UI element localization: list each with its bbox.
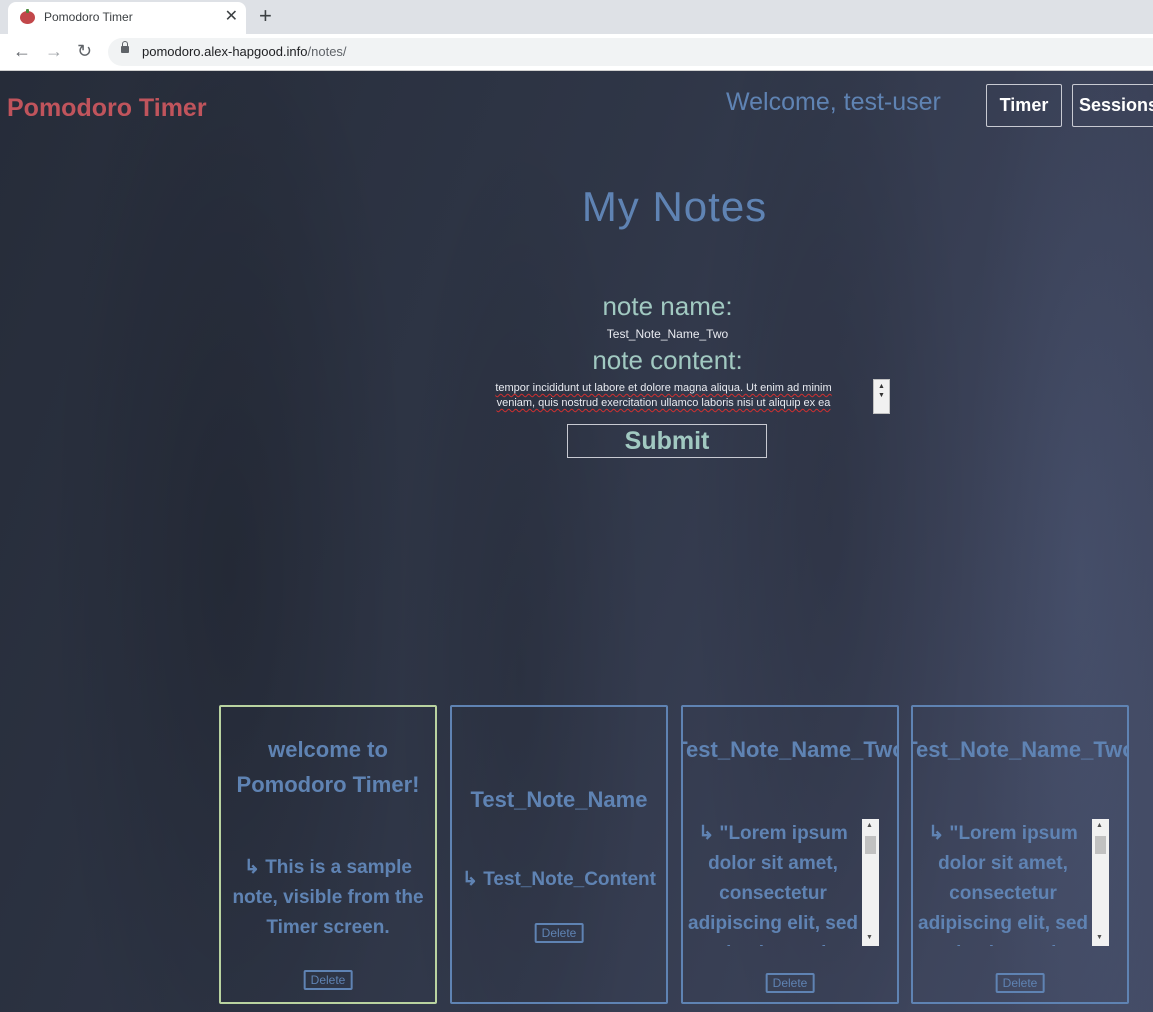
- textarea-line: tempor incididunt ut labore et dolore ma…: [495, 382, 832, 394]
- note-content: ↳ "Lorem ipsum dolor sit amet, consectet…: [918, 823, 1088, 946]
- url-host: pomodoro.alex-hapgood.info: [142, 44, 308, 59]
- url-path: /notes/: [307, 44, 347, 59]
- page-content: Pomodoro Timer Welcome, test-user Timer …: [0, 71, 1153, 1012]
- back-icon[interactable]: ←: [13, 41, 31, 61]
- scrollbar-thumb[interactable]: [865, 836, 876, 854]
- forward-icon[interactable]: →: [45, 41, 63, 61]
- note-title: Test_Note_Name_Two: [681, 737, 899, 762]
- close-tab-icon[interactable]: ✕: [225, 8, 238, 26]
- brand-title[interactable]: Pomodoro Timer: [7, 94, 207, 123]
- nav-timer-button[interactable]: Timer: [986, 84, 1062, 127]
- note-name-input[interactable]: Test_Note_Name_Two: [0, 327, 1153, 341]
- lock-icon: [121, 41, 129, 53]
- scrollbar-thumb[interactable]: [1095, 836, 1106, 854]
- textarea-scrollbar[interactable]: ▲ ▼: [873, 379, 890, 414]
- note-content: ↳ "Lorem ipsum dolor sit amet, consectet…: [688, 823, 858, 946]
- url-field[interactable]: pomodoro.alex-hapgood.info/notes/: [108, 38, 1153, 66]
- tomato-icon: [20, 9, 35, 24]
- tab-title: Pomodoro Timer: [44, 10, 133, 24]
- delete-button[interactable]: Delete: [303, 970, 353, 990]
- scroll-down-arrow-icon[interactable]: ▼: [878, 392, 885, 400]
- delete-button[interactable]: Delete: [995, 973, 1045, 993]
- scroll-up-arrow-icon[interactable]: ▲: [1096, 822, 1103, 830]
- note-scrollbar[interactable]: ▲ ▼: [862, 819, 879, 946]
- url-text: pomodoro.alex-hapgood.info/notes/: [142, 44, 347, 59]
- note-content-scrollbox[interactable]: ↳ "Lorem ipsum dolor sit amet, consectet…: [915, 819, 1109, 946]
- note-content-scrollbox[interactable]: ↳ "Lorem ipsum dolor sit amet, consectet…: [685, 819, 879, 946]
- note-title: Test_Note_Name_Two: [911, 737, 1129, 762]
- note-scrollbar[interactable]: ▲ ▼: [1092, 819, 1109, 946]
- note-content-label: note content:: [592, 345, 743, 375]
- welcome-text: Welcome, test-user: [726, 88, 941, 116]
- browser-tab-strip: Pomodoro Timer ✕ +: [0, 0, 1153, 34]
- textarea-line: veniam, quis nostrud exercitation ullamc…: [496, 397, 831, 409]
- browser-tab[interactable]: Pomodoro Timer ✕: [8, 2, 246, 34]
- page-title: My Notes: [581, 183, 768, 230]
- nav-sessions-button[interactable]: Sessions: [1072, 84, 1153, 127]
- scroll-down-arrow-icon[interactable]: ▼: [1096, 934, 1103, 942]
- note-card: Test_Note_Name_Two ↳ "Lorem ipsum dolor …: [681, 705, 899, 1004]
- delete-button[interactable]: Delete: [534, 923, 584, 943]
- note-card: Test_Note_Name_Two ↳ "Lorem ipsum dolor …: [911, 705, 1129, 1004]
- scroll-up-arrow-icon[interactable]: ▲: [866, 822, 873, 830]
- note-title: welcome to Pomodoro Timer!: [236, 737, 420, 797]
- scroll-down-arrow-icon[interactable]: ▼: [866, 934, 873, 942]
- scroll-up-arrow-icon[interactable]: ▲: [878, 383, 885, 391]
- submit-button[interactable]: Submit: [567, 424, 767, 458]
- new-tab-icon[interactable]: +: [259, 4, 272, 28]
- note-content: ↳ This is a sample note, visible from th…: [232, 857, 424, 938]
- reload-icon[interactable]: ↻: [77, 41, 92, 61]
- note-card: Test_Note_Name ↳ Test_Note_Content Delet…: [450, 705, 668, 1004]
- note-content: ↳ Test_Note_Content: [462, 869, 656, 890]
- note-content-textarea[interactable]: tempor incididunt ut labore et dolore ma…: [455, 379, 890, 414]
- note-name-label: note name:: [602, 291, 733, 321]
- delete-button[interactable]: Delete: [765, 973, 815, 993]
- note-title: Test_Note_Name: [470, 787, 648, 812]
- address-bar: ← → ↻ pomodoro.alex-hapgood.info/notes/: [0, 34, 1153, 71]
- note-card: welcome to Pomodoro Timer! ↳ This is a s…: [219, 705, 437, 1004]
